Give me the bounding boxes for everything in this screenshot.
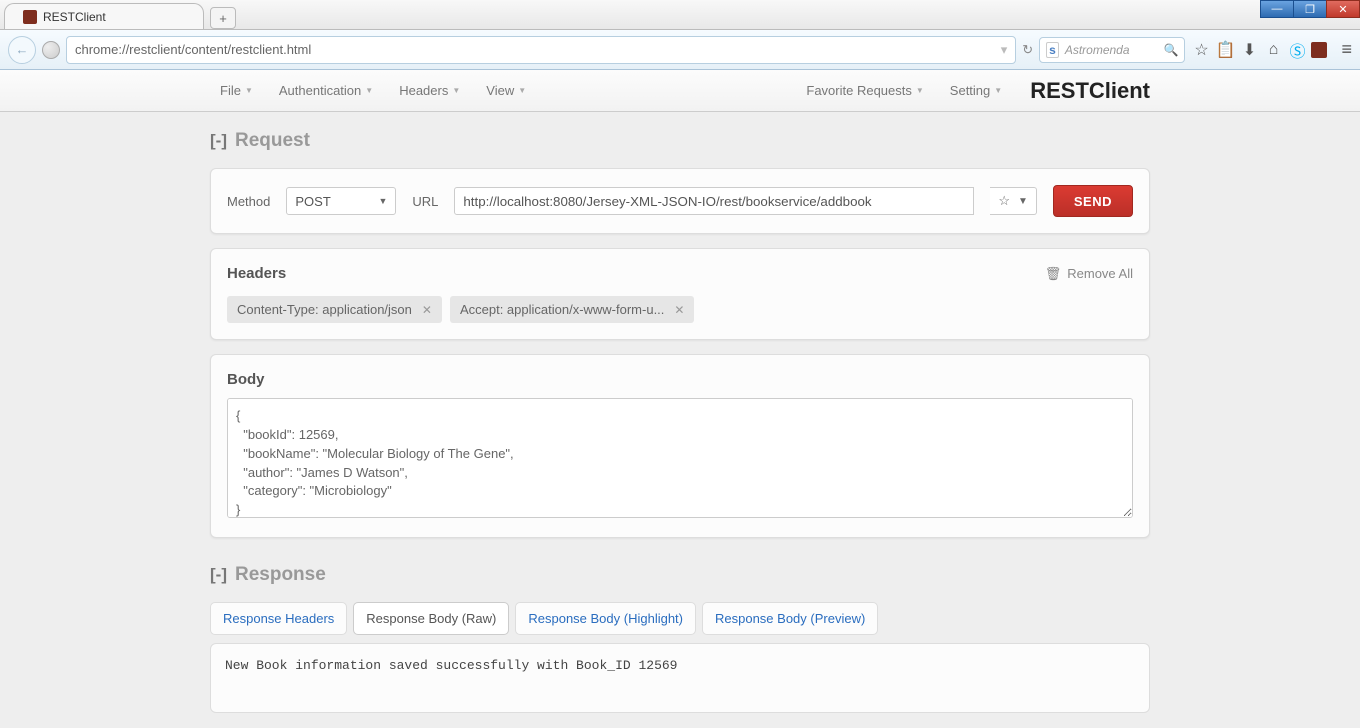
skype-icon[interactable]: Ⓢ — [1287, 38, 1307, 62]
close-icon[interactable]: ✕ — [422, 303, 432, 317]
tab-response-headers[interactable]: Response Headers — [210, 602, 347, 635]
header-chip[interactable]: Accept: application/x-www-form-u... ✕ — [450, 296, 695, 323]
body-title: Body — [227, 371, 1133, 388]
request-panel: Method POST ▼ URL ☆ ▼ SEND — [210, 168, 1150, 234]
menu-file[interactable]: File▼ — [210, 77, 263, 104]
body-textarea[interactable] — [227, 398, 1133, 518]
close-button[interactable]: ✕ — [1326, 0, 1360, 18]
chevron-down-icon: ▼ — [365, 86, 373, 95]
star-icon[interactable]: ☆ — [998, 193, 1010, 209]
tab-response-body-highlight[interactable]: Response Body (Highlight) — [515, 602, 696, 635]
toolbar-icons: ☆ 📋 ⬇ ⌂ Ⓢ ≡ — [1191, 38, 1352, 62]
search-placeholder: Astromenda — [1065, 43, 1130, 57]
chevron-down-icon: ▼ — [378, 196, 387, 206]
header-chip-text: Content-Type: application/json — [237, 302, 412, 317]
method-label: Method — [227, 194, 270, 209]
site-identity-icon — [42, 41, 60, 59]
app-brand: RESTClient — [1030, 78, 1150, 104]
menu-right-group: Favorite Requests▼ Setting▼ — [796, 77, 1012, 104]
header-chip-text: Accept: application/x-www-form-u... — [460, 302, 664, 317]
browser-tab-title: RESTClient — [43, 10, 106, 24]
remove-all-headers[interactable]: 🗑 Remove All — [1045, 266, 1133, 282]
chevron-down-icon: ▼ — [518, 86, 526, 95]
new-tab-button[interactable]: + — [210, 7, 236, 29]
response-body-raw[interactable]: New Book information saved successfully … — [210, 643, 1150, 713]
chevron-down-icon[interactable]: ▼ — [1018, 196, 1028, 207]
request-section-title[interactable]: [-] Request — [210, 130, 1150, 152]
browser-toolbar: ← chrome://restclient/content/restclient… — [0, 30, 1360, 70]
headers-title: Headers — [227, 265, 286, 282]
extension-icon[interactable] — [1311, 42, 1327, 58]
header-chips: Content-Type: application/json ✕ Accept:… — [227, 296, 1133, 323]
back-button[interactable]: ← — [8, 36, 36, 64]
collapse-icon[interactable]: [-] — [210, 131, 227, 151]
menu-left-group: File▼ Authentication▼ Headers▼ View▼ — [210, 77, 536, 104]
dropdown-icon[interactable]: ▾ — [1001, 42, 1008, 58]
send-button[interactable]: SEND — [1053, 185, 1133, 217]
search-box[interactable]: s Astromenda 🔍 — [1039, 37, 1185, 63]
headers-panel: Headers 🗑 Remove All Content-Type: appli… — [210, 248, 1150, 340]
menu-headers[interactable]: Headers▼ — [389, 77, 470, 104]
close-icon[interactable]: ✕ — [674, 303, 684, 317]
window-titlebar: RESTClient + — ❐ ✕ — [0, 0, 1360, 30]
home-icon[interactable]: ⌂ — [1263, 41, 1283, 59]
response-tabs: Response Headers Response Body (Raw) Res… — [210, 602, 1150, 635]
window-controls: — ❐ ✕ — [1261, 0, 1360, 18]
url-label: URL — [412, 194, 438, 209]
tab-strip: RESTClient + — [0, 3, 236, 29]
chevron-down-icon: ▼ — [994, 86, 1002, 95]
menu-view[interactable]: View▼ — [476, 77, 536, 104]
menu-favorite-requests[interactable]: Favorite Requests▼ — [796, 77, 933, 104]
maximize-button[interactable]: ❐ — [1293, 0, 1327, 18]
header-chip[interactable]: Content-Type: application/json ✕ — [227, 296, 442, 323]
address-bar-text: chrome://restclient/content/restclient.h… — [75, 42, 311, 57]
minimize-button[interactable]: — — [1260, 0, 1294, 18]
chevron-down-icon: ▼ — [245, 86, 253, 95]
clipboard-icon[interactable]: 📋 — [1215, 40, 1235, 60]
page-content: [-] Request Method POST ▼ URL ☆ ▼ SEND H… — [210, 130, 1150, 713]
downloads-icon[interactable]: ⬇ — [1239, 40, 1259, 60]
tab-response-body-raw[interactable]: Response Body (Raw) — [353, 602, 509, 635]
search-icon: 🔍 — [1164, 43, 1179, 57]
method-select[interactable]: POST ▼ — [286, 187, 396, 215]
method-value: POST — [295, 194, 330, 209]
menu-authentication[interactable]: Authentication▼ — [269, 77, 383, 104]
menu-setting[interactable]: Setting▼ — [940, 77, 1012, 104]
page-scroll-area[interactable]: [-] Request Method POST ▼ URL ☆ ▼ SEND H… — [0, 112, 1360, 728]
search-engine-icon: s — [1046, 42, 1059, 58]
bookmark-star-icon[interactable]: ☆ — [1191, 40, 1211, 60]
browser-tab-active[interactable]: RESTClient — [4, 3, 204, 29]
body-panel: Body — [210, 354, 1150, 538]
trash-icon: 🗑 — [1045, 266, 1062, 282]
request-url-input[interactable] — [454, 187, 974, 215]
chevron-down-icon: ▼ — [452, 86, 460, 95]
response-section-title[interactable]: [-] Response — [210, 564, 1150, 586]
chevron-down-icon: ▼ — [916, 86, 924, 95]
collapse-icon[interactable]: [-] — [210, 565, 227, 585]
url-addons: ☆ ▼ — [990, 187, 1037, 215]
reload-button[interactable]: ↻ — [1016, 42, 1039, 58]
address-bar[interactable]: chrome://restclient/content/restclient.h… — [66, 36, 1016, 64]
app-menubar: File▼ Authentication▼ Headers▼ View▼ Fav… — [0, 70, 1360, 112]
menu-icon[interactable]: ≡ — [1341, 39, 1352, 60]
tab-response-body-preview[interactable]: Response Body (Preview) — [702, 602, 878, 635]
